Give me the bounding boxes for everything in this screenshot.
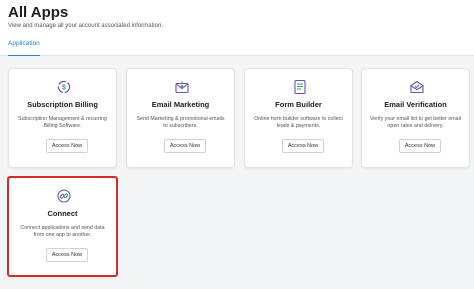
- page-header: All Apps View and manage all your accoun…: [0, 0, 474, 56]
- page-title: All Apps: [8, 4, 69, 21]
- app-card-description: Send Marketing & promotional emails to s…: [136, 116, 225, 129]
- subscription-billing-icon: $: [56, 79, 72, 95]
- tab-application[interactable]: Application: [8, 40, 40, 56]
- app-card-email-verification: Email Verification Verify your email lis…: [361, 68, 470, 168]
- app-card-description: Subscription Management & recurring Bill…: [18, 116, 107, 129]
- email-marketing-icon: [174, 79, 190, 95]
- app-card-email-marketing: Email Marketing Send Marketing & promoti…: [126, 68, 235, 168]
- access-now-button[interactable]: Access Now: [164, 139, 206, 153]
- svg-text:$: $: [62, 85, 66, 92]
- access-now-button[interactable]: Access Now: [282, 139, 324, 153]
- app-card-title: Subscription Billing: [27, 100, 98, 109]
- email-verification-icon: [409, 79, 425, 95]
- app-card-title: Form Builder: [275, 100, 322, 109]
- app-card-description: Online form builder software to collect …: [254, 116, 343, 129]
- app-card-form-builder: Form Builder Online form builder softwar…: [244, 68, 353, 168]
- access-now-button[interactable]: Access Now: [399, 139, 441, 153]
- app-card-title: Email Verification: [384, 100, 447, 109]
- app-card-description: Verify your email list to get better ema…: [370, 116, 461, 129]
- access-now-button[interactable]: Access Now: [46, 139, 88, 153]
- page-subtitle: View and manage all your account associa…: [8, 23, 163, 29]
- app-card-subscription-billing: $ Subscription Billing Subscription Mana…: [8, 68, 117, 168]
- form-builder-icon: [292, 79, 308, 95]
- app-card-title: Email Marketing: [151, 100, 210, 109]
- connect-card-highlight: [7, 176, 118, 277]
